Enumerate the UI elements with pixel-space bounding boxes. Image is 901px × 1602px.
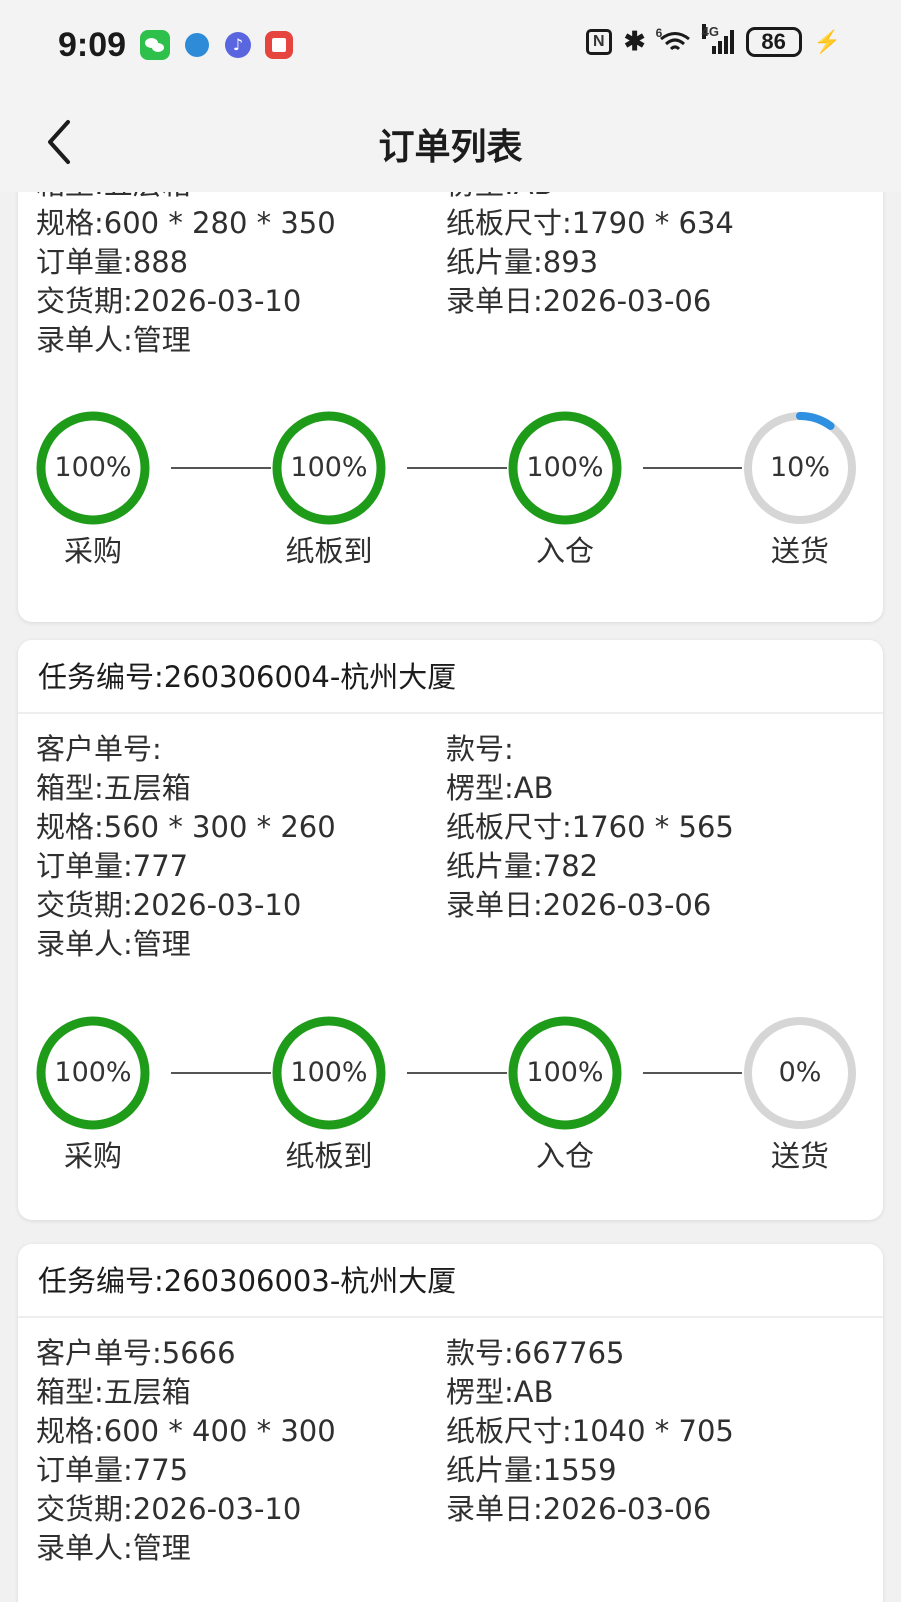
wifi-generation-label: 6 [655,25,663,40]
step-connector [643,1072,742,1074]
progress-ring: 100% [271,1015,387,1131]
progress-ring: 100% [271,410,387,526]
field-spec: 规格:600 * 280 * 350 [36,206,336,240]
step-connector [171,1072,271,1074]
field-customer-order-no: 客户单号: [36,732,162,766]
progress-steps: 100% 采购 100% 纸板到 100% 入仓 0% 送货 [18,1015,883,1185]
field-entry-date: 录单日:2026-03-06 [446,888,712,922]
progress-step: 100% 采购 [33,410,153,570]
order-card[interactable]: 任务编号:260306003-杭州大厦 客户单号:5666 箱型:五层箱 规格:… [18,1244,883,1602]
field-sheet-qty: 纸片量:1559 [446,1453,617,1487]
field-entry-date: 录单日:2026-03-06 [446,284,712,318]
progress-step-label: 送货 [770,534,829,568]
field-entered-by: 录单人:管理 [36,323,191,357]
field-spec: 规格:560 * 300 * 260 [36,810,336,844]
field-order-qty: 订单量:888 [36,245,189,279]
progress-step: 100% 纸板到 [269,410,389,570]
field-box-type: 箱型:五层箱 [36,771,191,805]
field-delivery-date: 交货期:2026-03-10 [36,284,302,318]
order-list[interactable]: 箱型:五层箱 规格:600 * 280 * 350 订单量:888 交货期:20… [0,192,901,1602]
progress-steps: 100% 采购 100% 纸板到 100% 入仓 10% 送货 [18,410,883,580]
progress-percent: 0% [778,1057,822,1088]
field-entered-by: 录单人:管理 [36,927,191,961]
progress-step: 0% 送货 [740,1015,860,1175]
reader-notification-icon [265,31,293,59]
field-delivery-date: 交货期:2026-03-10 [36,888,302,922]
progress-step-label: 纸板到 [285,1139,373,1173]
status-time: 9:09 [58,26,127,64]
progress-step: 100% 入仓 [505,1015,625,1175]
nfc-icon: N [585,28,612,55]
page-title: 订单列表 [378,127,523,168]
progress-step-label: 采购 [63,1139,122,1173]
field-style-no: 款号: [446,732,514,766]
order-card[interactable]: 箱型:五层箱 规格:600 * 280 * 350 订单量:888 交货期:20… [18,192,883,622]
progress-percent: 100% [526,1057,604,1088]
status-icons: N ✱ 6 4G 86 ⚡ [585,23,841,57]
progress-ring: 100% [507,1015,623,1131]
progress-percent: 100% [54,1057,132,1088]
field-customer-order-no: 客户单号:5666 [36,1336,236,1370]
progress-ring: 0% [742,1015,858,1131]
field-entered-by: 录单人:管理 [36,1531,191,1565]
progress-percent: 100% [526,452,604,483]
progress-step: 100% 纸板到 [269,1015,389,1175]
app-notification-icon [185,33,209,57]
progress-percent: 100% [54,452,132,483]
field-style-no: 款号:667765 [446,1336,625,1370]
progress-step: 100% 入仓 [505,410,625,570]
wechat-notification-icon [140,30,170,60]
app-header: 订单列表 [0,92,901,192]
field-board-size: 纸板尺寸:1790 * 634 [446,206,734,240]
field-flute-type: 楞型:AB [446,771,554,805]
charging-icon: ⚡ [813,28,841,54]
step-connector [407,467,507,469]
field-board-size: 纸板尺寸:1040 * 705 [446,1414,734,1448]
progress-percent: 100% [290,452,368,483]
progress-ring: 100% [507,410,623,526]
progress-step-label: 入仓 [535,534,594,568]
field-delivery-date: 交货期:2026-03-10 [36,1492,302,1526]
field-flute-type: 楞型:AB [446,1375,554,1409]
field-box-type: 箱型:五层箱 [36,1375,191,1409]
task-number-title: 任务编号:260306003-杭州大厦 [18,1244,883,1318]
field-spec: 规格:600 * 400 * 300 [36,1414,336,1448]
progress-step-label: 送货 [770,1139,829,1173]
field-order-qty: 订单量:775 [36,1453,189,1487]
field-box-type: 箱型:五层箱 [36,192,191,204]
progress-ring: 100% [35,410,151,526]
field-order-qty: 订单量:777 [36,849,189,883]
field-board-size: 纸板尺寸:1760 * 565 [446,810,734,844]
progress-ring: 100% [35,1015,151,1131]
progress-ring: 10% [742,410,858,526]
progress-step-label: 采购 [63,534,122,568]
battery-icon: 86 [745,26,802,57]
field-entry-date: 录单日:2026-03-06 [446,1492,712,1526]
progress-step: 10% 送货 [740,410,860,570]
wifi-icon: 6 [656,26,692,54]
step-connector [407,1072,507,1074]
progress-percent: 100% [290,1057,368,1088]
music-notification-icon: ♪ [225,32,251,58]
cellular-signal-icon: 4G [701,23,734,54]
network-type-label: 4G [701,23,719,39]
field-sheet-qty: 纸片量:893 [446,245,599,279]
progress-percent: 10% [769,452,830,483]
bluetooth-icon: ✱ [623,26,646,56]
status-bar: 9:09 ♪ N ✱ 6 4G 86 ⚡ [0,0,901,92]
order-card[interactable]: 任务编号:260306004-杭州大厦 客户单号: 箱型:五层箱 规格:560 … [18,640,883,1220]
field-flute-type: 楞型:AB [446,192,554,204]
step-connector [643,467,742,469]
task-number-title: 任务编号:260306004-杭州大厦 [18,640,883,714]
progress-step: 100% 采购 [33,1015,153,1175]
progress-step-label: 纸板到 [285,534,373,568]
step-connector [171,467,271,469]
field-sheet-qty: 纸片量:782 [446,849,599,883]
progress-step-label: 入仓 [535,1139,594,1173]
